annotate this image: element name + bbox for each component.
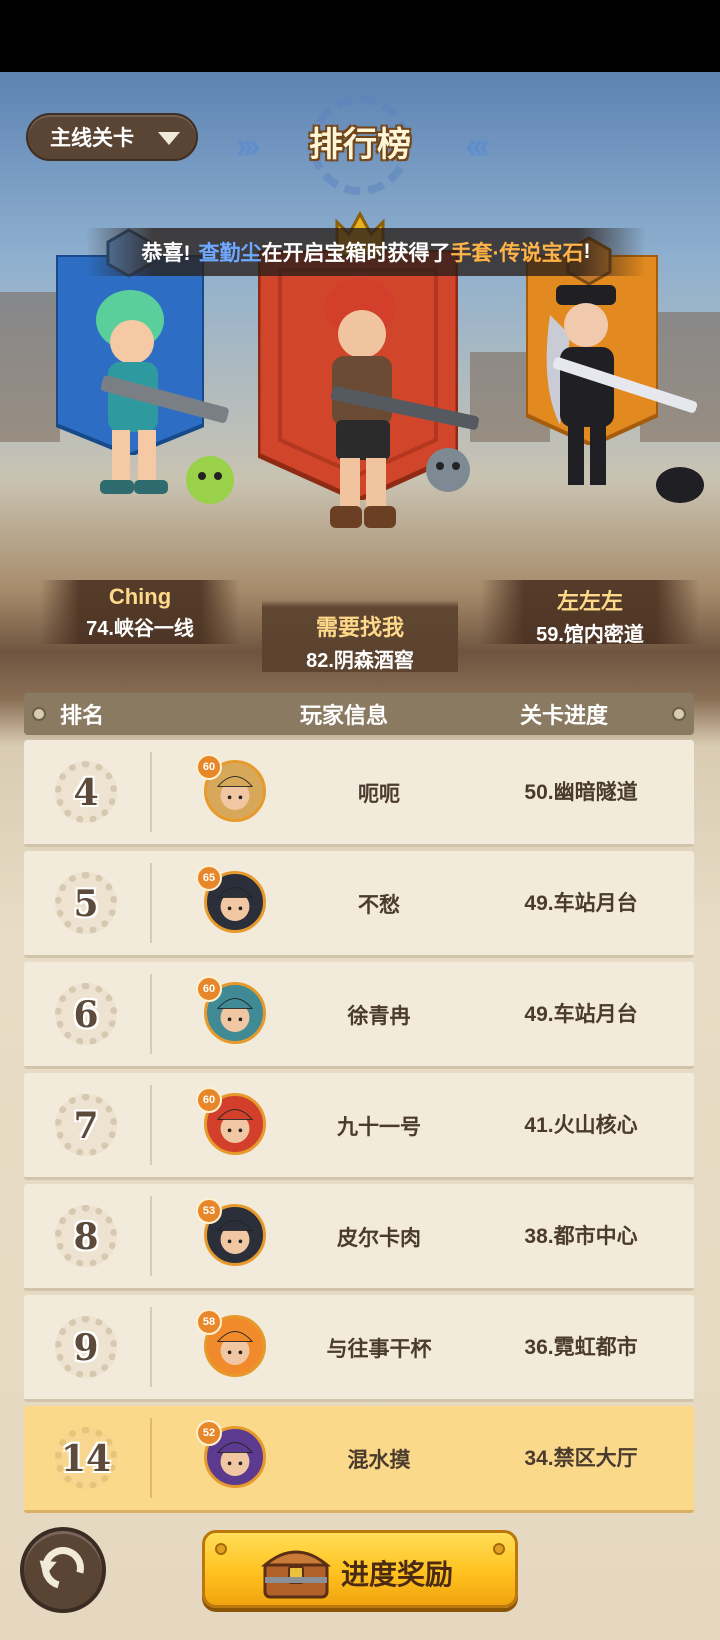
row-rank: 9 xyxy=(73,1327,99,1369)
row-rank: 7 xyxy=(73,1105,99,1147)
podium-plate-2[interactable]: Ching 74.峡谷一线 xyxy=(40,580,240,644)
row-rank: 6 xyxy=(73,994,99,1036)
rank-1-character-image xyxy=(324,278,479,528)
row-divider xyxy=(150,863,152,943)
header-bolt-right-icon xyxy=(672,707,686,721)
row-divider xyxy=(150,974,152,1054)
player-name: 不愁 xyxy=(358,894,400,917)
player-name: 呃呃 xyxy=(358,783,400,806)
rank-2-character-image xyxy=(96,290,234,504)
podium-stage-2: 74.峡谷一线 xyxy=(86,618,194,640)
page-title-banner: ››› ‹‹‹ 排行榜 xyxy=(235,95,491,195)
player-name: 皮尔卡肉 xyxy=(337,1227,421,1250)
table-row[interactable]: 7 60 九十一号 41.火山核心 xyxy=(24,1073,694,1180)
table-row[interactable]: 9 58 与往事干杯 36.霓虹都市 xyxy=(24,1295,694,1402)
player-name: 九十一号 xyxy=(337,1116,421,1139)
player-name: 徐青冉 xyxy=(347,1005,411,1028)
table-row[interactable]: 8 53 皮尔卡肉 38.都市中心 xyxy=(24,1184,694,1291)
table-row-self[interactable]: 14 52 混水摸 34.禁区大厅 xyxy=(24,1406,694,1513)
row-divider xyxy=(150,1307,152,1387)
player-stage: 49.车站月台 xyxy=(524,892,638,915)
podium-name-1: 需要找我 xyxy=(315,615,404,640)
player-stage: 38.都市中心 xyxy=(524,1225,638,1248)
row-rank: 14 xyxy=(60,1438,112,1480)
podium-plate-1[interactable]: 需要找我 82.阴森酒窖 xyxy=(262,600,458,672)
progress-reward-button[interactable]: 进度奖励 xyxy=(202,1530,518,1608)
table-row[interactable]: 5 65 不愁 49.车站月台 xyxy=(24,851,694,958)
rank-3-character-image xyxy=(546,285,704,503)
row-divider xyxy=(150,752,152,832)
player-level-badge: 58 xyxy=(196,1309,222,1335)
podium-name-2: Ching xyxy=(108,584,172,609)
player-name: 与往事干杯 xyxy=(326,1338,432,1361)
player-stage: 41.火山核心 xyxy=(524,1114,638,1137)
podium-stage-3: 59.馆内密道 xyxy=(536,624,644,646)
mode-dropdown-label: 主线关卡 xyxy=(50,127,134,150)
notice-middle: 在开启宝箱时获得了 xyxy=(261,242,451,265)
player-level-badge: 52 xyxy=(196,1420,222,1446)
podium-plate-3[interactable]: 左左左 59.馆内密道 xyxy=(480,580,700,646)
leaderboard-header: 排名 玩家信息 关卡进度 xyxy=(24,693,694,735)
notice-suffix: ! xyxy=(583,240,591,263)
leaderboard-list[interactable]: 4 60 呃呃 50.幽暗隧道 5 65 不愁 49.车站月台 6 60 徐青冉… xyxy=(24,740,694,1517)
row-rank: 5 xyxy=(73,883,99,925)
notice-player-link[interactable]: 查勤尘 xyxy=(199,237,262,267)
row-rank: 8 xyxy=(73,1216,99,1258)
progress-reward-label: 进度奖励 xyxy=(341,1559,454,1590)
player-stage: 36.霓虹都市 xyxy=(524,1336,638,1359)
notice-item: 手套·传说宝石 xyxy=(450,242,584,265)
player-level-badge: 60 xyxy=(196,754,222,780)
table-row[interactable]: 6 60 徐青冉 49.车站月台 xyxy=(24,962,694,1069)
page-title: 排行榜 xyxy=(309,126,411,164)
player-level-badge: 65 xyxy=(196,865,222,891)
reward-notification: 恭喜! 查勤尘 在开启宝箱时获得了 手套·传说宝石 ! xyxy=(86,228,646,276)
player-stage: 49.车站月台 xyxy=(524,1003,638,1026)
player-level-badge: 53 xyxy=(196,1198,222,1224)
player-level-badge: 60 xyxy=(196,976,222,1002)
header-progress: 关卡进度 xyxy=(520,703,609,728)
mode-dropdown[interactable]: 主线关卡 xyxy=(26,113,198,161)
table-row[interactable]: 4 60 呃呃 50.幽暗隧道 xyxy=(24,740,694,847)
row-divider xyxy=(150,1085,152,1165)
player-stage: 34.禁区大厅 xyxy=(524,1447,638,1470)
player-level-badge: 60 xyxy=(196,1087,222,1113)
button-bolt-icon xyxy=(215,1543,227,1555)
chevron-down-icon xyxy=(158,132,180,145)
notice-prefix: 恭喜! xyxy=(141,242,191,265)
button-bolt-icon xyxy=(493,1543,505,1555)
row-divider xyxy=(150,1196,152,1276)
podium-stage-1: 82.阴森酒窖 xyxy=(306,650,414,672)
podium-name-3: 左左左 xyxy=(556,589,623,614)
back-button[interactable] xyxy=(20,1527,106,1613)
player-stage: 50.幽暗隧道 xyxy=(524,781,638,804)
status-bar xyxy=(0,0,720,72)
player-name: 混水摸 xyxy=(347,1449,411,1472)
row-rank: 4 xyxy=(73,772,99,814)
row-divider xyxy=(150,1418,152,1498)
treasure-chest-icon xyxy=(261,1550,331,1599)
